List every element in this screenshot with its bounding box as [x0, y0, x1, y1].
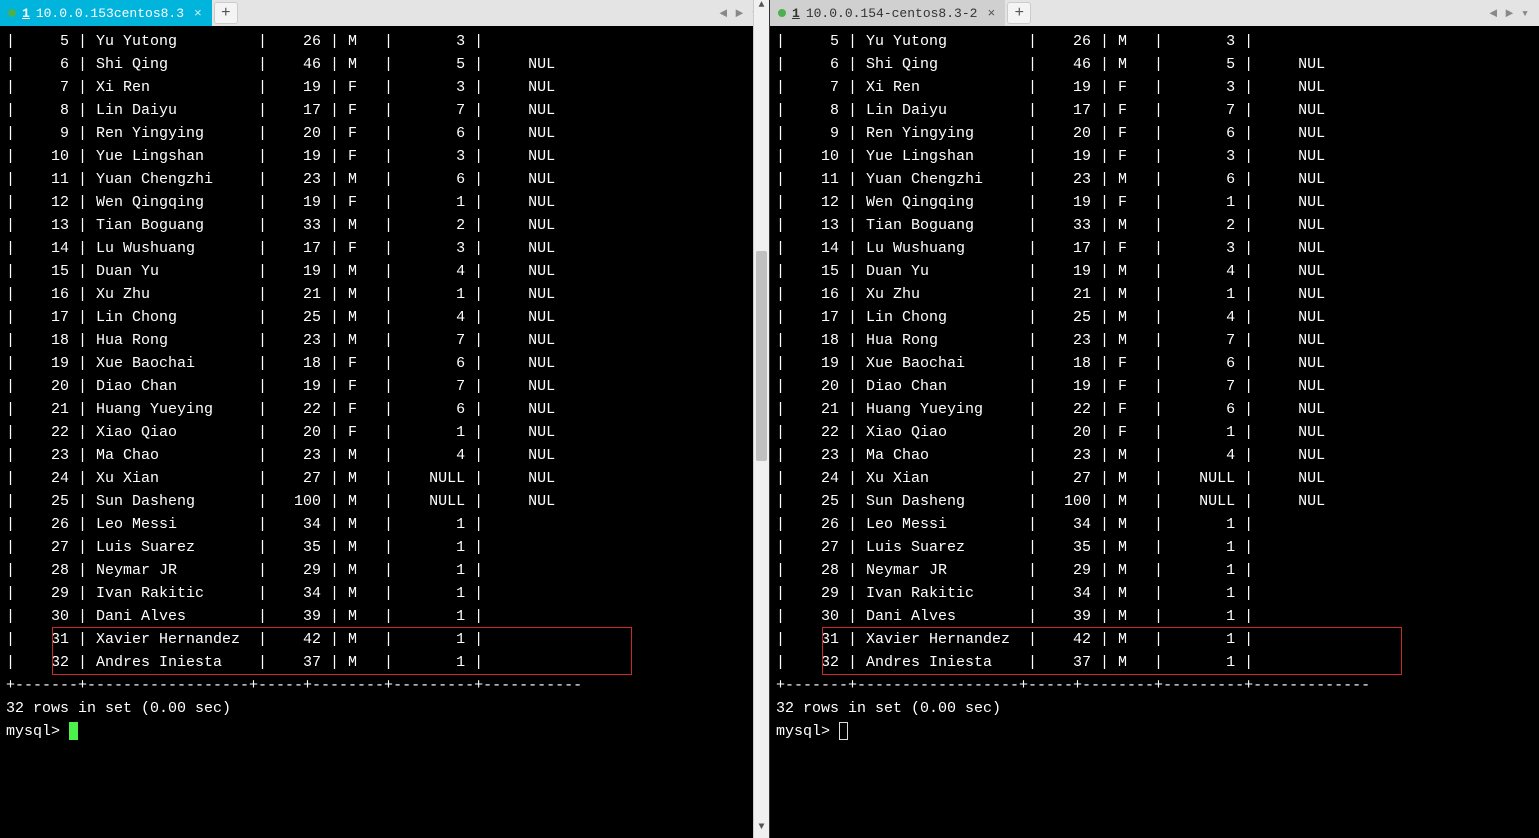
table-row: | 26 | Leo Messi | 34 | M | 1 |	[6, 513, 749, 536]
close-icon[interactable]: ×	[194, 6, 202, 21]
tabbar-right: 1 10.0.0.154-centos8.3-2 × + ◄ ► ▾	[770, 0, 1539, 26]
table-row: | 20 | Diao Chan | 19 | F | 7 | NUL	[6, 375, 749, 398]
table-row: | 24 | Xu Xian | 27 | M | NULL | NUL	[776, 467, 1533, 490]
table-row: | 10 | Yue Lingshan | 19 | F | 3 | NUL	[6, 145, 749, 168]
scroll-up-icon[interactable]: ▲	[754, 0, 769, 16]
table-row: | 10 | Yue Lingshan | 19 | F | 3 | NUL	[776, 145, 1533, 168]
table-row: | 18 | Hua Rong | 23 | M | 7 | NUL	[776, 329, 1533, 352]
status-dot-icon	[778, 9, 786, 17]
table-row: | 23 | Ma Chao | 23 | M | 4 | NUL	[6, 444, 749, 467]
table-row: | 11 | Yuan Chengzhi | 23 | M | 6 | NUL	[6, 168, 749, 191]
table-row: | 8 | Lin Daiyu | 17 | F | 7 | NUL	[6, 99, 749, 122]
cursor-icon	[839, 722, 848, 740]
table-row: | 6 | Shi Qing | 46 | M | 5 | NUL	[6, 53, 749, 76]
table-row: | 31 | Xavier Hernandez | 42 | M | 1 |	[6, 628, 749, 651]
table-row: | 11 | Yuan Chengzhi | 23 | M | 6 | NUL	[776, 168, 1533, 191]
table-row: | 22 | Xiao Qiao | 20 | F | 1 | NUL	[776, 421, 1533, 444]
table-row: | 5 | Yu Yutong | 26 | M | 3 |	[776, 30, 1533, 53]
table-row: | 28 | Neymar JR | 29 | M | 1 |	[776, 559, 1533, 582]
terminal-left[interactable]: | 5 | Yu Yutong | 26 | M | 3 | | 6 | Shi…	[0, 26, 769, 838]
table-row: | 19 | Xue Baochai | 18 | F | 6 | NUL	[6, 352, 749, 375]
add-tab-button[interactable]: +	[214, 2, 238, 24]
terminal-line: +-------+------------------+-----+------…	[6, 674, 749, 697]
tabbar-left: 1 10.0.0.153centos8.3 × + ◄ ► ▾	[0, 0, 769, 26]
prompt-line[interactable]: mysql>	[776, 720, 1533, 743]
table-row: | 14 | Lu Wushuang | 17 | F | 3 | NUL	[6, 237, 749, 260]
table-row: | 24 | Xu Xian | 27 | M | NULL | NUL	[6, 467, 749, 490]
table-row: | 21 | Huang Yueying | 22 | F | 6 | NUL	[776, 398, 1533, 421]
tab-prev-icon[interactable]: ◄	[720, 6, 728, 21]
table-row: | 25 | Sun Dasheng | 100 | M | NULL | NU…	[776, 490, 1533, 513]
status-dot-icon	[8, 9, 16, 17]
table-row: | 19 | Xue Baochai | 18 | F | 6 | NUL	[776, 352, 1533, 375]
table-row: | 31 | Xavier Hernandez | 42 | M | 1 |	[776, 628, 1533, 651]
table-row: | 12 | Wen Qingqing | 19 | F | 1 | NUL	[776, 191, 1533, 214]
tab-prev-icon[interactable]: ◄	[1490, 6, 1498, 21]
table-row: | 18 | Hua Rong | 23 | M | 7 | NUL	[6, 329, 749, 352]
table-row: | 13 | Tian Boguang | 33 | M | 2 | NUL	[776, 214, 1533, 237]
scroll-thumb[interactable]	[756, 251, 767, 461]
table-row: | 25 | Sun Dasheng | 100 | M | NULL | NU…	[6, 490, 749, 513]
table-row: | 13 | Tian Boguang | 33 | M | 2 | NUL	[6, 214, 749, 237]
table-row: | 26 | Leo Messi | 34 | M | 1 |	[776, 513, 1533, 536]
table-row: | 16 | Xu Zhu | 21 | M | 1 | NUL	[6, 283, 749, 306]
terminal-line: 32 rows in set (0.00 sec)	[6, 697, 749, 720]
table-row: | 9 | Ren Yingying | 20 | F | 6 | NUL	[6, 122, 749, 145]
table-row: | 8 | Lin Daiyu | 17 | F | 7 | NUL	[776, 99, 1533, 122]
table-row: | 32 | Andres Iniesta | 37 | M | 1 |	[6, 651, 749, 674]
table-row: | 30 | Dani Alves | 39 | M | 1 |	[776, 605, 1533, 628]
table-row: | 21 | Huang Yueying | 22 | F | 6 | NUL	[6, 398, 749, 421]
table-row: | 17 | Lin Chong | 25 | M | 4 | NUL	[776, 306, 1533, 329]
add-tab-button[interactable]: +	[1007, 2, 1031, 24]
pane-right: 1 10.0.0.154-centos8.3-2 × + ◄ ► ▾ | 5 |…	[770, 0, 1539, 838]
tab-right-1[interactable]: 1 10.0.0.154-centos8.3-2 ×	[770, 0, 1005, 26]
tab-menu-icon[interactable]: ▾	[1521, 6, 1529, 21]
prompt-line[interactable]: mysql>	[6, 720, 749, 743]
table-row: | 28 | Neymar JR | 29 | M | 1 |	[6, 559, 749, 582]
tab-title: 10.0.0.154-centos8.3-2	[806, 6, 978, 21]
scroll-down-icon[interactable]: ▼	[754, 822, 769, 838]
terminal-line: 32 rows in set (0.00 sec)	[776, 697, 1533, 720]
table-row: | 14 | Lu Wushuang | 17 | F | 3 | NUL	[776, 237, 1533, 260]
tab-title: 10.0.0.153centos8.3	[36, 6, 184, 21]
table-row: | 30 | Dani Alves | 39 | M | 1 |	[6, 605, 749, 628]
table-row: | 15 | Duan Yu | 19 | M | 4 | NUL	[776, 260, 1533, 283]
close-icon[interactable]: ×	[987, 6, 995, 21]
table-row: | 27 | Luis Suarez | 35 | M | 1 |	[776, 536, 1533, 559]
scrollbar-left[interactable]: ▲ ▼	[753, 0, 769, 838]
table-row: | 29 | Ivan Rakitic | 34 | M | 1 |	[6, 582, 749, 605]
table-row: | 23 | Ma Chao | 23 | M | 4 | NUL	[776, 444, 1533, 467]
tab-next-icon[interactable]: ►	[1505, 6, 1513, 21]
table-row: | 12 | Wen Qingqing | 19 | F | 1 | NUL	[6, 191, 749, 214]
table-row: | 20 | Diao Chan | 19 | F | 7 | NUL	[776, 375, 1533, 398]
tab-left-1[interactable]: 1 10.0.0.153centos8.3 ×	[0, 0, 212, 26]
tab-num: 1	[792, 6, 800, 21]
table-row: | 7 | Xi Ren | 19 | F | 3 | NUL	[776, 76, 1533, 99]
cursor-icon	[69, 722, 78, 740]
terminal-line: +-------+------------------+-----+------…	[776, 674, 1533, 697]
tab-num: 1	[22, 6, 30, 21]
table-row: | 9 | Ren Yingying | 20 | F | 6 | NUL	[776, 122, 1533, 145]
table-row: | 5 | Yu Yutong | 26 | M | 3 |	[6, 30, 749, 53]
tab-nav-right: ◄ ► ▾	[1480, 6, 1539, 21]
table-row: | 16 | Xu Zhu | 21 | M | 1 | NUL	[776, 283, 1533, 306]
table-row: | 7 | Xi Ren | 19 | F | 3 | NUL	[6, 76, 749, 99]
table-row: | 6 | Shi Qing | 46 | M | 5 | NUL	[776, 53, 1533, 76]
table-row: | 17 | Lin Chong | 25 | M | 4 | NUL	[6, 306, 749, 329]
table-row: | 22 | Xiao Qiao | 20 | F | 1 | NUL	[6, 421, 749, 444]
terminal-right[interactable]: | 5 | Yu Yutong | 26 | M | 3 | | 6 | Shi…	[770, 26, 1539, 838]
table-row: | 15 | Duan Yu | 19 | M | 4 | NUL	[6, 260, 749, 283]
tab-next-icon[interactable]: ►	[735, 6, 743, 21]
table-row: | 32 | Andres Iniesta | 37 | M | 1 |	[776, 651, 1533, 674]
pane-left: 1 10.0.0.153centos8.3 × + ◄ ► ▾ | 5 | Yu…	[0, 0, 770, 838]
table-row: | 29 | Ivan Rakitic | 34 | M | 1 |	[776, 582, 1533, 605]
table-row: | 27 | Luis Suarez | 35 | M | 1 |	[6, 536, 749, 559]
